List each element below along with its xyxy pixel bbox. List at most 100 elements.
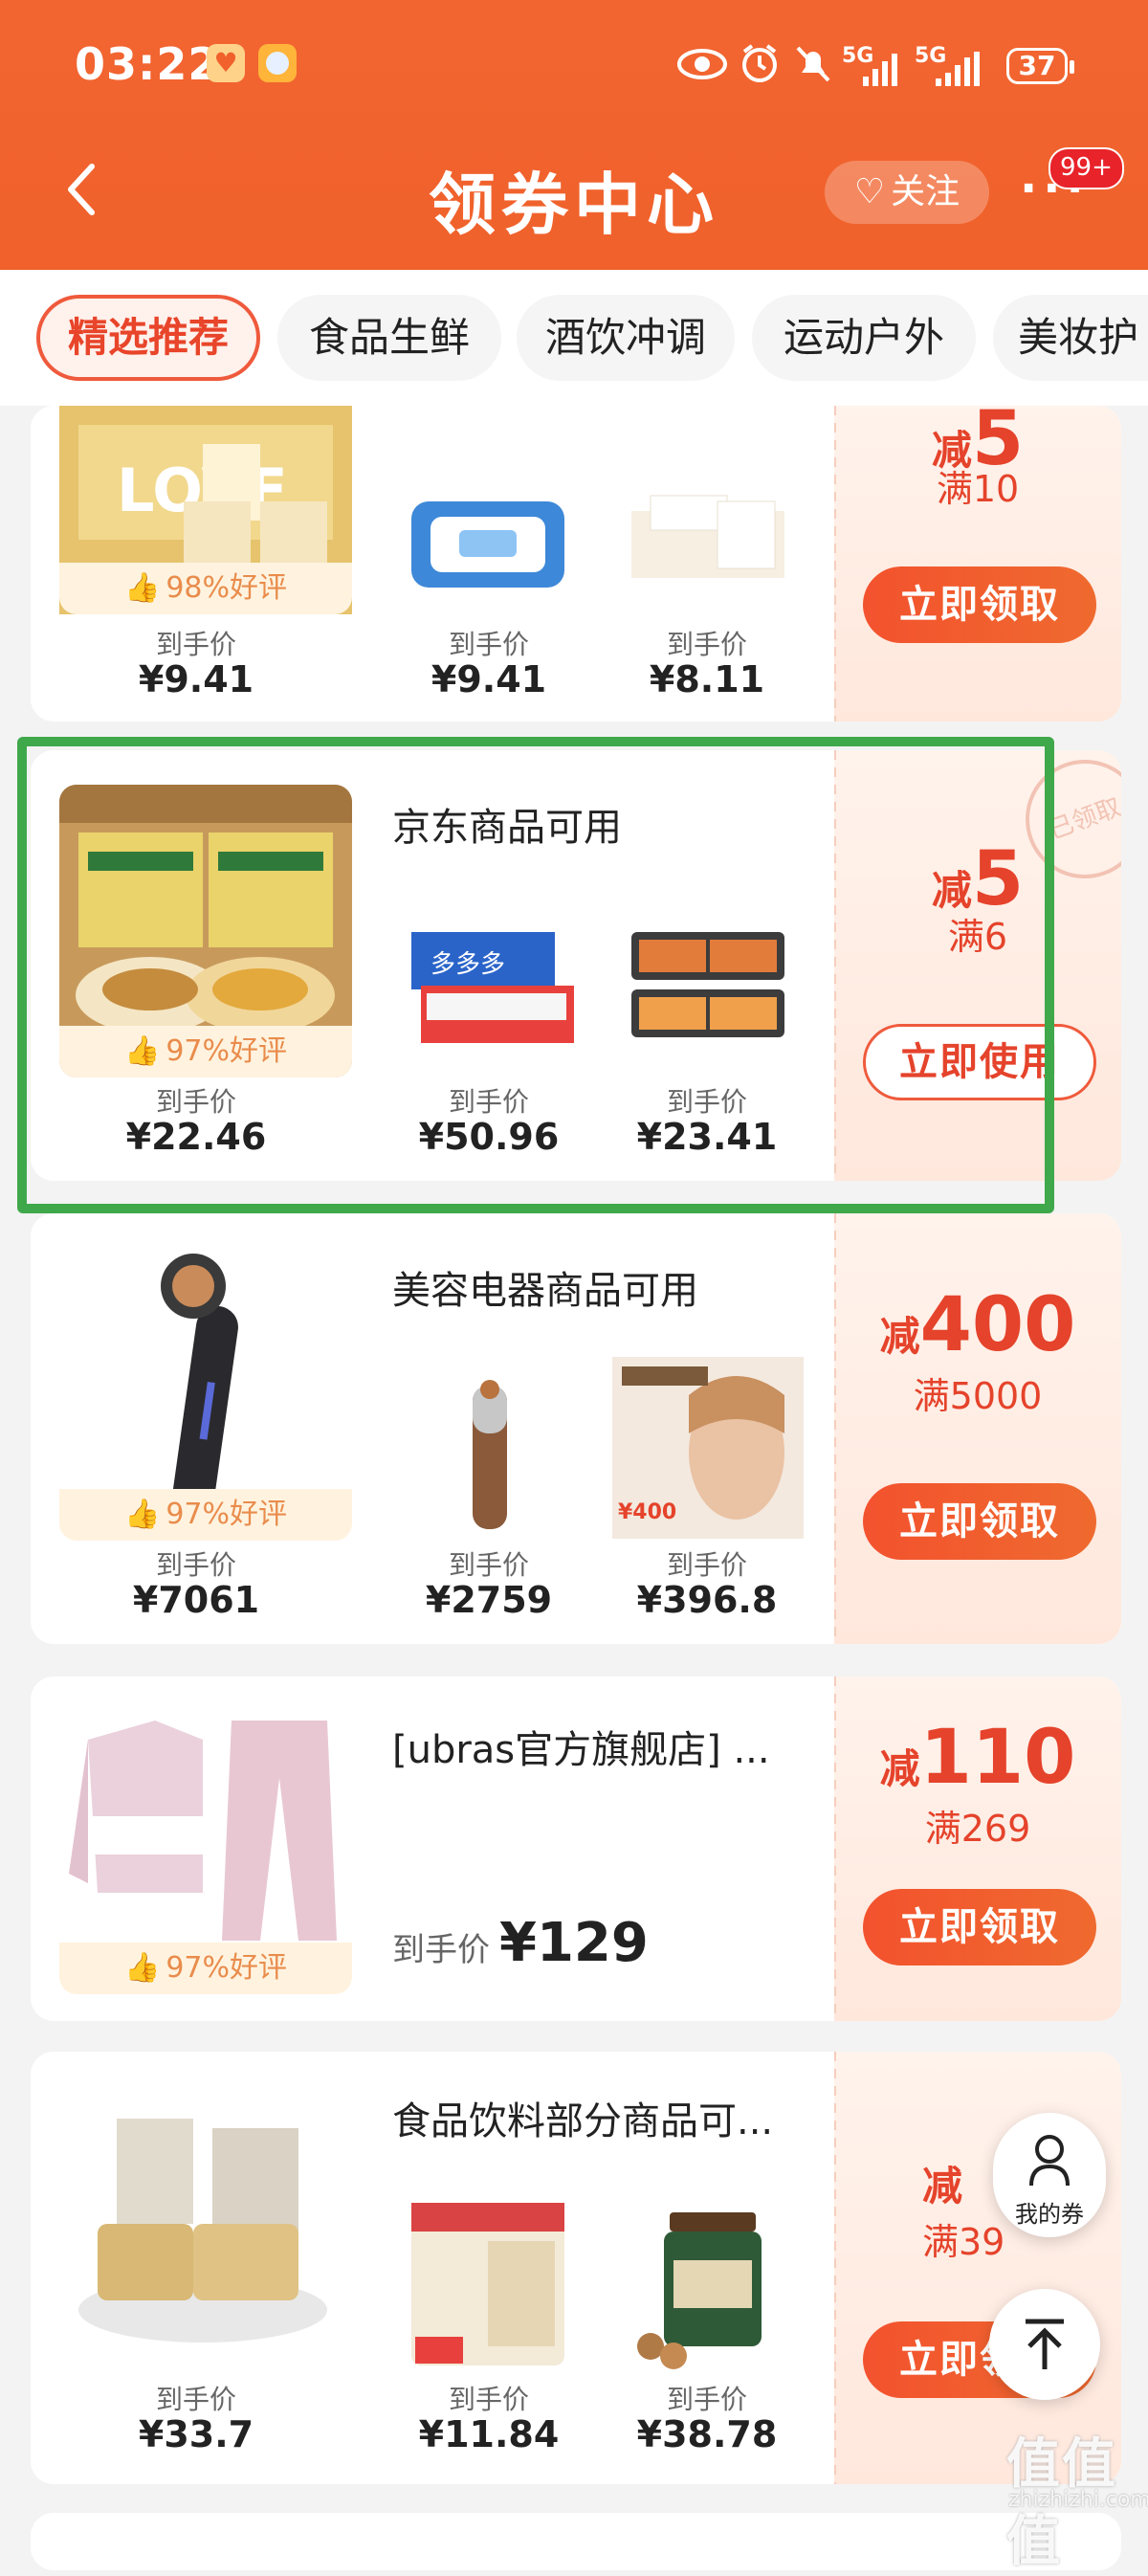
- rating-strip: 👍 97%好评: [59, 1026, 352, 1077]
- claim-button[interactable]: 立即领取: [863, 566, 1096, 643]
- heart-plus-icon: ♡: [853, 172, 886, 211]
- tab-drinks[interactable]: 酒饮冲调: [517, 295, 735, 381]
- coupon-card-4: 👍 97%好评 [ubras官方旗舰店] ... 到手价 ¥129 减110 满26…: [31, 1677, 1121, 2021]
- arrow-up-icon: [1026, 2319, 1064, 2369]
- product-thumb-wipes[interactable]: [392, 444, 584, 626]
- claim-button[interactable]: 立即领取: [863, 1889, 1096, 1965]
- watermark-url: zhizhizhi.com: [1008, 2488, 1148, 2512]
- coupon-panel: 减110 满269 立即领取: [834, 1677, 1121, 2021]
- coupon-card-5: 食品饮料部分商品可... 到手价 ¥33.7 到手价 ¥11.84 到手价 ¥3…: [31, 2052, 1121, 2484]
- price-label: 到手价: [448, 629, 529, 660]
- battery-indicator: 37: [1006, 48, 1074, 84]
- coupon-threshold: 满269: [924, 1808, 1031, 1850]
- product-thumb-face-device[interactable]: ¥400: [612, 1357, 804, 1539]
- product-thumb-tissue-pack[interactable]: [612, 444, 804, 626]
- price-label: 到手价: [448, 1086, 529, 1118]
- coupon-divider: [834, 2052, 836, 2484]
- use-now-button[interactable]: 立即使用: [863, 1024, 1096, 1100]
- coupon-amount: 减110: [879, 1715, 1076, 1801]
- product-thumb-sunflower-seeds[interactable]: [392, 2193, 584, 2375]
- price-label: 到手价: [666, 629, 747, 660]
- rating-text: 97%好评: [166, 1034, 288, 1068]
- coupon-card-3: 👍 97%好评 美容电器商品可用 ¥400 到手价 ¥7061 到手价 ¥2759…: [31, 1213, 1121, 1644]
- coupon-panel: 减400 满5000 立即领取: [834, 1213, 1121, 1644]
- thumbs-up-icon: 👍: [123, 1034, 161, 1068]
- coupon-card-2: 👍 97%好评 京东商品可用 多多多 到手价 ¥22.46 到手价 ¥50.96 …: [31, 750, 1121, 1181]
- coupon-panel: 减5 满10 立即领取: [834, 406, 1121, 722]
- rating-text: 97%好评: [166, 1951, 288, 1985]
- product-thumb-rice-bowls[interactable]: [612, 894, 804, 1076]
- coupon-panel: 已领取 减5 满6 立即使用: [834, 750, 1121, 1181]
- product-price: ¥396.8: [636, 1579, 778, 1621]
- coupon-card-6-partial: [31, 2513, 1121, 2570]
- follow-button[interactable]: ♡ 关注: [825, 161, 989, 224]
- price-label: 到手价: [155, 629, 236, 660]
- my-coupons-button[interactable]: 我的券: [993, 2113, 1106, 2237]
- price-label: 到手价: [448, 2384, 529, 2415]
- coupon-threshold: 满6: [947, 916, 1008, 958]
- tab-selected-recommend[interactable]: 精选推荐: [36, 295, 260, 381]
- coupon-panel: 减 满39 立即领取: [834, 2052, 1121, 2484]
- rating-strip: 👍 97%好评: [59, 1489, 352, 1541]
- price-label: 到手价: [666, 1086, 747, 1118]
- product-price: ¥38.78: [636, 2413, 778, 2455]
- product-price: ¥22.46: [125, 1116, 267, 1158]
- follow-label: 关注: [891, 172, 960, 211]
- thumbs-up-icon: 👍: [123, 1951, 161, 1985]
- coupon-scope-name: 食品饮料部分商品可...: [392, 2099, 774, 2143]
- product-price: ¥23.41: [636, 1116, 778, 1158]
- coupon-threshold: 满10: [936, 468, 1020, 510]
- rating-text: 98%好评: [166, 571, 288, 605]
- coupon-card-1: LOVE 👍 98%好评 到手价 ¥9.41 到手价 ¥9.41 到手价 ¥8.1…: [31, 406, 1121, 722]
- top-header: 03:22 ♥ 5G 5G 37 领券中心 ♡ 关注 ··· 99+: [0, 0, 1148, 270]
- back-to-top-button[interactable]: [989, 2289, 1100, 2400]
- category-tabs: 精选推荐 食品生鲜 酒饮冲调 运动户外 美妆护: [0, 270, 1148, 406]
- coupon-divider: [834, 1213, 836, 1644]
- alarm-icon: [742, 44, 777, 82]
- coupon-amount: 减400: [879, 1282, 1076, 1368]
- coupon-scope-name: 美容电器商品可用: [392, 1269, 698, 1313]
- price-label: 到手价: [155, 1086, 236, 1118]
- notification-badge: 99+: [1049, 147, 1124, 189]
- heart-app-icon: ♥: [207, 44, 245, 82]
- mute-bell-icon: [796, 46, 830, 82]
- product-price: ¥9.41: [138, 658, 254, 700]
- weather-app-icon: [258, 44, 297, 82]
- thumbs-up-icon: 👍: [123, 571, 161, 605]
- signal-bars-1-icon: [863, 54, 897, 86]
- signal-bars-2-icon: [936, 52, 980, 86]
- product-thumb-macadamia-jar[interactable]: [612, 2193, 804, 2375]
- product-price: ¥11.84: [418, 2413, 560, 2455]
- image-price-tag: ¥400: [618, 1500, 677, 1524]
- product-price: ¥33.7: [138, 2413, 254, 2455]
- claim-button[interactable]: 立即领取: [863, 1483, 1096, 1560]
- product-price: ¥2759: [425, 1579, 553, 1621]
- thumbs-up-icon: 👍: [123, 1498, 161, 1531]
- product-price: ¥50.96: [418, 1116, 560, 1158]
- product-image-nougat[interactable]: [59, 2080, 352, 2373]
- rating-strip: 👍 98%好评: [59, 563, 352, 614]
- price-label: 到手价: [666, 2384, 747, 2415]
- product-price: ¥8.11: [649, 658, 765, 700]
- coupon-scope-name: 京东商品可用: [392, 806, 622, 850]
- nav-bar: 领券中心 ♡ 关注 ··· 99+: [0, 134, 1148, 270]
- coupon-divider: [834, 750, 836, 1181]
- eye-icon: [677, 49, 727, 79]
- price-label: 到手价: [155, 2384, 236, 2415]
- price-label: 到手价: [666, 1549, 747, 1581]
- status-time: 03:22: [75, 38, 220, 90]
- my-coupons-label: 我的券: [1015, 2201, 1084, 2228]
- tab-food-fresh[interactable]: 食品生鲜: [277, 295, 501, 381]
- price-label: 到手价: [155, 1549, 236, 1581]
- product-price: ¥129: [499, 1912, 649, 1974]
- product-thumb-instant-noodles[interactable]: 多多多: [392, 894, 584, 1076]
- tab-beauty[interactable]: 美妆护: [993, 295, 1148, 381]
- inline-price: 到手价 ¥129: [392, 1912, 649, 1974]
- tab-outdoor[interactable]: 运动户外: [752, 295, 976, 381]
- rating-strip: 👍 97%好评: [59, 1943, 352, 1994]
- product-price: ¥7061: [132, 1579, 260, 1621]
- product-thumb-eye-device[interactable]: [392, 1357, 584, 1539]
- product-price: ¥9.41: [430, 658, 547, 700]
- coupon-threshold: 满5000: [913, 1375, 1043, 1417]
- rating-text: 97%好评: [166, 1498, 288, 1531]
